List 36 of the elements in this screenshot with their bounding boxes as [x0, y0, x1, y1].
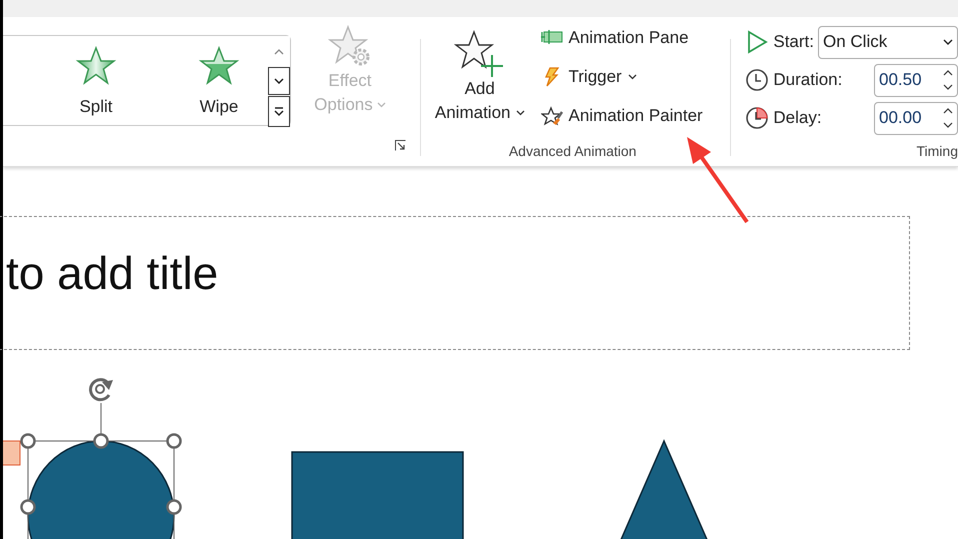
- field-label: Delay:: [773, 107, 822, 130]
- caret-down-icon: [628, 74, 637, 80]
- star-brush-icon: [540, 106, 562, 126]
- caret-down-icon: [376, 102, 386, 108]
- expand-icon: [274, 106, 284, 116]
- caret-down-icon: [943, 39, 953, 45]
- effect-button[interactable]: Wipe: [174, 46, 264, 120]
- ribbon-button[interactable]: Animation Painter: [540, 101, 703, 131]
- selection-frame[interactable]: [20, 378, 182, 539]
- dialog-launcher-icon: [394, 140, 406, 152]
- effect-button[interactable]: Split: [51, 46, 141, 120]
- add-animation-button[interactable]: Add Animation: [434, 29, 524, 131]
- start-dropdown[interactable]: On Click: [818, 26, 958, 58]
- clock-icon: [745, 68, 770, 92]
- more-button[interactable]: [268, 96, 290, 127]
- caret-down-icon: [516, 110, 524, 116]
- add-star-icon: [454, 29, 506, 77]
- title-text-box[interactable]: to add title: [0, 216, 910, 350]
- ribbon-button[interactable]: Animation Pane: [540, 23, 703, 53]
- duration-field[interactable]: 00.50: [874, 64, 958, 96]
- caret-up-icon: [274, 48, 284, 54]
- caret-down-icon: [274, 78, 284, 84]
- ribbon-button[interactable]: Trigger: [540, 62, 703, 92]
- star-icon: [75, 46, 117, 86]
- scroll-down-button[interactable]: [268, 67, 290, 95]
- field-label: Duration:: [773, 69, 842, 92]
- delay-field[interactable]: 00.00: [874, 102, 958, 134]
- spinner-icon: [943, 107, 953, 129]
- star-icon: [198, 46, 240, 86]
- play-icon: [745, 30, 770, 54]
- field-label: Start:: [773, 31, 814, 54]
- shape-handle[interactable]: [3, 440, 20, 466]
- group-label: Advanced Animation: [508, 142, 636, 161]
- spinner-icon: [943, 69, 953, 91]
- delay-clock-icon: [745, 106, 770, 130]
- group-label: Timing: [916, 142, 958, 161]
